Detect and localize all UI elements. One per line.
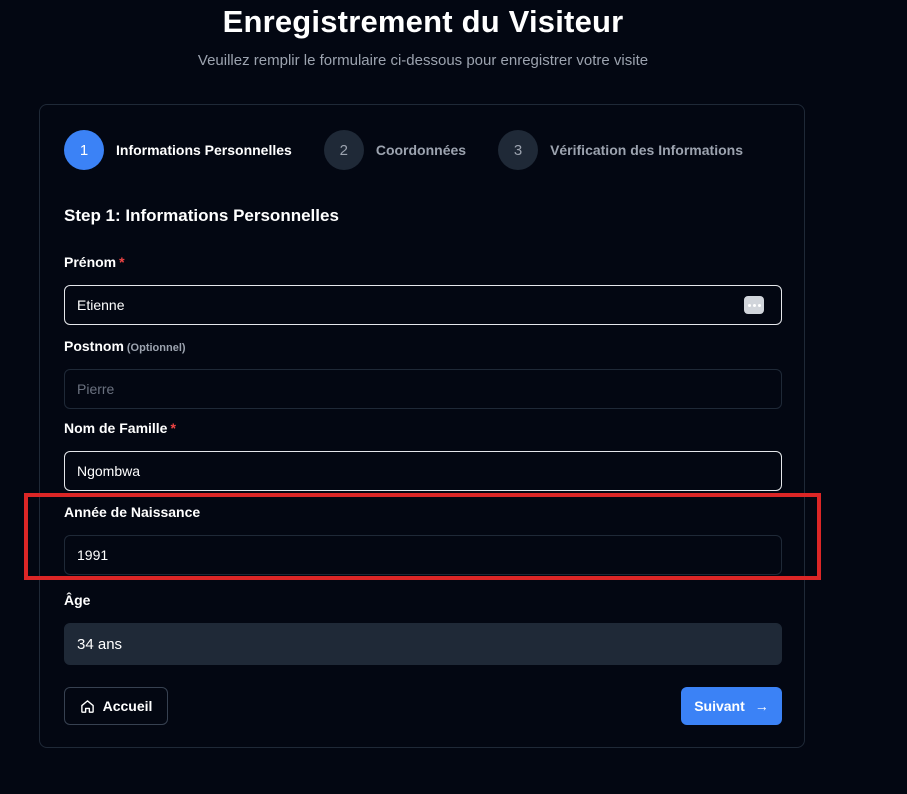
optional-tag: (Optionnel) [126, 342, 186, 354]
required-mark: * [170, 420, 176, 436]
stepper: 1 Informations Personnelles 2 Coordonnée… [64, 129, 775, 171]
next-button[interactable]: Suivant → [681, 687, 782, 725]
middle-name-input[interactable]: Pierre [64, 369, 782, 409]
registration-card: 1 Informations Personnelles 2 Coordonnée… [39, 104, 805, 748]
step-verification: 3 Vérification des Informations [498, 130, 743, 170]
page-subtitle: Veuillez remplir le formulaire ci-dessou… [197, 52, 649, 69]
birth-year-label: Année de Naissance [64, 504, 201, 520]
first-name-value: Etienne [77, 297, 125, 313]
step-label: Coordonnées [375, 142, 467, 158]
last-name-label: Nom de Famille [64, 420, 168, 436]
birth-year-field: Année de Naissance 1991 [64, 503, 782, 575]
arrow-right-icon: → [754, 698, 769, 714]
middle-name-label: Postnom [64, 338, 124, 354]
birth-year-input[interactable]: 1991 [64, 535, 782, 575]
age-readonly-value: 34 ans [64, 623, 782, 665]
step-contact-details: 2 Coordonnées [323, 130, 467, 170]
step-label: Vérification des Informations [550, 142, 743, 158]
middle-name-field: Postnom (Optionnel) Pierre [64, 337, 782, 409]
middle-name-placeholder: Pierre [77, 381, 115, 397]
last-name-input[interactable]: Ngombwa [64, 451, 782, 491]
password-manager-icon[interactable] [744, 296, 764, 314]
required-mark: * [119, 254, 125, 270]
last-name-field: Nom de Famille * Ngombwa [64, 419, 782, 491]
age-value: 34 ans [77, 635, 123, 653]
step-personal-info: 1 Informations Personnelles [64, 130, 292, 170]
step-number-circle: 3 [498, 130, 539, 170]
last-name-value: Ngombwa [77, 463, 141, 479]
page-title: Enregistrement du Visiteur [222, 4, 624, 39]
home-button-label: Accueil [102, 698, 153, 714]
step-number-circle: 2 [323, 130, 364, 170]
step-label: Informations Personnelles [116, 142, 292, 158]
birth-year-value: 1991 [77, 547, 109, 563]
age-field: Âge 34 ans [64, 591, 782, 665]
first-name-input[interactable]: Etienne [64, 285, 782, 325]
first-name-field: Prénom * Etienne [64, 253, 782, 325]
visitor-registration-page: Enregistrement du Visiteur Veuillez remp… [0, 0, 907, 794]
first-name-label: Prénom [64, 254, 117, 270]
age-label: Âge [64, 592, 91, 608]
step-heading: Step 1: Informations Personnelles [64, 206, 339, 225]
home-icon [80, 699, 94, 713]
next-button-label: Suivant [694, 698, 745, 714]
step-number-circle: 1 [64, 130, 104, 170]
home-button[interactable]: Accueil [64, 687, 168, 725]
